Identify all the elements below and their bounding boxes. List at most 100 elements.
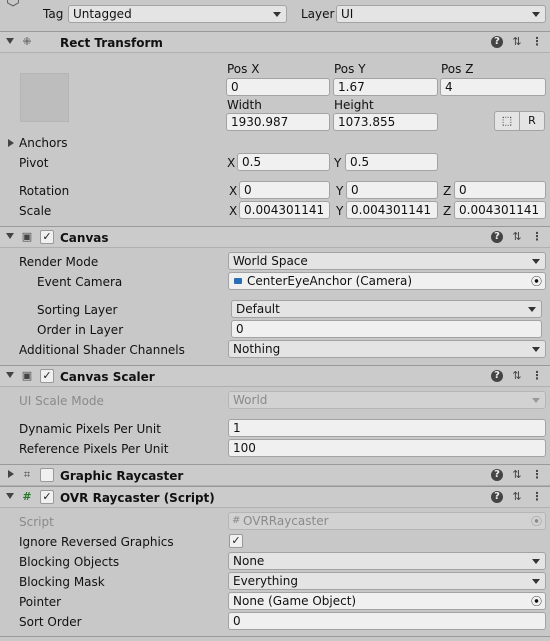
blocking-objects-dropdown[interactable]: None: [228, 552, 546, 570]
canvas-enabled-checkbox[interactable]: ✓: [40, 230, 54, 244]
width-label: Width: [227, 98, 262, 112]
canvas-header[interactable]: ▣ ✓ Canvas ? ⇅ ⋮: [0, 226, 550, 248]
reference-ppu-field[interactable]: 100: [228, 439, 546, 457]
sort-order-label: Sort Order: [19, 615, 82, 629]
kebab-menu-icon[interactable]: ⋮: [530, 230, 544, 244]
width-field[interactable]: 1930.987: [226, 113, 330, 131]
kebab-menu-icon[interactable]: ⋮: [530, 369, 544, 383]
ignore-reversed-checkbox[interactable]: ✓: [229, 534, 243, 548]
script-icon: #: [232, 515, 241, 526]
rotation-z-field[interactable]: 0: [454, 181, 546, 199]
scale-x-field[interactable]: 0.004301141: [239, 201, 330, 219]
gameobject-icon: ⬡: [6, 0, 20, 8]
pos-y-field[interactable]: 1.67: [333, 78, 438, 96]
rotation-x-axis-label[interactable]: X: [229, 183, 237, 199]
help-icon[interactable]: ?: [491, 36, 503, 48]
rotation-x-field[interactable]: 0: [239, 181, 330, 199]
scale-z-field[interactable]: 0.004301141: [454, 201, 546, 219]
foldout-arrow-icon[interactable]: [6, 233, 14, 239]
object-picker-icon[interactable]: ⦿: [531, 594, 542, 609]
pivot-x-field[interactable]: 0.5: [237, 153, 330, 171]
render-mode-dropdown[interactable]: World Space: [228, 252, 546, 270]
event-camera-field[interactable]: CenterEyeAnchor (Camera) ⦿: [228, 272, 546, 290]
help-icon[interactable]: ?: [491, 231, 503, 243]
anchors-foldout-icon[interactable]: [8, 139, 14, 147]
blueprint-mode-button[interactable]: ⬚: [494, 111, 520, 131]
pivot-x-axis-label[interactable]: X: [227, 155, 235, 171]
sorting-layer-dropdown[interactable]: Default: [231, 300, 542, 318]
scale-y-field[interactable]: 0.004301141: [346, 201, 438, 219]
canvas-scaler-title: Canvas Scaler: [60, 370, 155, 384]
pivot-y-field[interactable]: 0.5: [345, 153, 438, 171]
ovr-raycaster-enabled-checkbox[interactable]: ✓: [40, 490, 54, 504]
scale-x-axis-label[interactable]: X: [229, 203, 237, 219]
pointer-field[interactable]: None (Game Object) ⦿: [228, 592, 546, 610]
rotation-y-field[interactable]: 0: [346, 181, 438, 199]
pos-x-field[interactable]: 0: [226, 78, 330, 96]
render-mode-label: Render Mode: [19, 255, 99, 269]
pos-z-field[interactable]: 4: [440, 78, 546, 96]
canvas-icon: ▣: [21, 230, 33, 243]
anchors-label[interactable]: Anchors: [19, 135, 68, 151]
dynamic-ppu-field[interactable]: 1: [228, 419, 546, 437]
rect-transform-header[interactable]: ⁜ Rect Transform ? ⇅ ⋮: [0, 31, 550, 53]
blocking-objects-value: None: [233, 554, 265, 568]
object-picker-icon[interactable]: ⦿: [531, 274, 542, 289]
height-field[interactable]: 1073.855: [333, 113, 438, 131]
render-mode-value: World Space: [233, 254, 308, 268]
pos-z-label: Pos Z: [441, 62, 474, 76]
kebab-menu-icon[interactable]: ⋮: [530, 35, 544, 49]
chevron-down-icon: [532, 347, 540, 352]
foldout-arrow-icon[interactable]: [8, 470, 14, 478]
reference-ppu-label: Reference Pixels Per Unit: [19, 442, 169, 456]
sorting-layer-label: Sorting Layer: [37, 303, 118, 317]
presets-icon[interactable]: ⇅: [510, 468, 524, 482]
tag-label: Tag: [43, 7, 64, 21]
ui-scale-mode-label: UI Scale Mode: [19, 394, 104, 408]
raw-edit-button[interactable]: R: [519, 111, 545, 131]
kebab-menu-icon[interactable]: ⋮: [530, 468, 544, 482]
kebab-menu-icon[interactable]: ⋮: [530, 490, 544, 504]
presets-icon[interactable]: ⇅: [510, 230, 524, 244]
graphic-raycaster-title: Graphic Raycaster: [60, 469, 184, 483]
foldout-arrow-icon[interactable]: [6, 493, 14, 499]
blocking-objects-label: Blocking Objects: [19, 555, 120, 569]
chevron-down-icon: [532, 579, 540, 584]
foldout-arrow-icon[interactable]: [6, 38, 14, 44]
shader-channels-dropdown[interactable]: Nothing: [228, 340, 546, 358]
sorting-layer-value: Default: [236, 302, 280, 316]
blocking-mask-dropdown[interactable]: Everything: [228, 572, 546, 590]
scale-z-axis-label[interactable]: Z: [443, 203, 451, 219]
ui-scale-mode-value: World: [233, 393, 268, 407]
canvas-scaler-enabled-checkbox[interactable]: ✓: [40, 369, 54, 383]
presets-icon[interactable]: ⇅: [510, 35, 524, 49]
ovr-raycaster-header[interactable]: # ✓ OVR Raycaster (Script) ? ⇅ ⋮: [0, 486, 550, 508]
graphic-raycaster-header[interactable]: ⌗ Graphic Raycaster ? ⇅ ⋮: [0, 464, 550, 486]
blocking-mask-value: Everything: [233, 574, 298, 588]
tag-value: Untagged: [73, 7, 132, 21]
dynamic-ppu-label: Dynamic Pixels Per Unit: [19, 422, 161, 436]
order-in-layer-label: Order in Layer: [37, 323, 124, 337]
presets-icon[interactable]: ⇅: [510, 490, 524, 504]
graphic-raycaster-enabled-checkbox[interactable]: [40, 468, 54, 482]
pos-y-label: Pos Y: [334, 62, 366, 76]
rotation-z-axis-label[interactable]: Z: [443, 183, 451, 199]
rotation-y-axis-label[interactable]: Y: [336, 183, 343, 199]
help-icon[interactable]: ?: [491, 469, 503, 481]
chevron-down-icon: [273, 12, 281, 17]
canvas-scaler-icon: ▣: [21, 369, 33, 382]
pivot-y-axis-label[interactable]: Y: [334, 155, 341, 171]
presets-icon[interactable]: ⇅: [510, 369, 524, 383]
foldout-arrow-icon[interactable]: [6, 372, 14, 378]
canvas-scaler-header[interactable]: ▣ ✓ Canvas Scaler ? ⇅ ⋮: [0, 365, 550, 387]
anchor-preset-box[interactable]: [20, 73, 69, 122]
tag-dropdown[interactable]: Untagged: [68, 5, 287, 23]
sort-order-field[interactable]: 0: [228, 612, 546, 630]
help-icon[interactable]: ?: [491, 370, 503, 382]
layer-dropdown[interactable]: UI: [336, 5, 546, 23]
height-label: Height: [334, 98, 374, 112]
chevron-down-icon: [532, 12, 540, 17]
order-in-layer-field[interactable]: 0: [231, 320, 542, 338]
scale-y-axis-label[interactable]: Y: [336, 203, 343, 219]
help-icon[interactable]: ?: [491, 491, 503, 503]
